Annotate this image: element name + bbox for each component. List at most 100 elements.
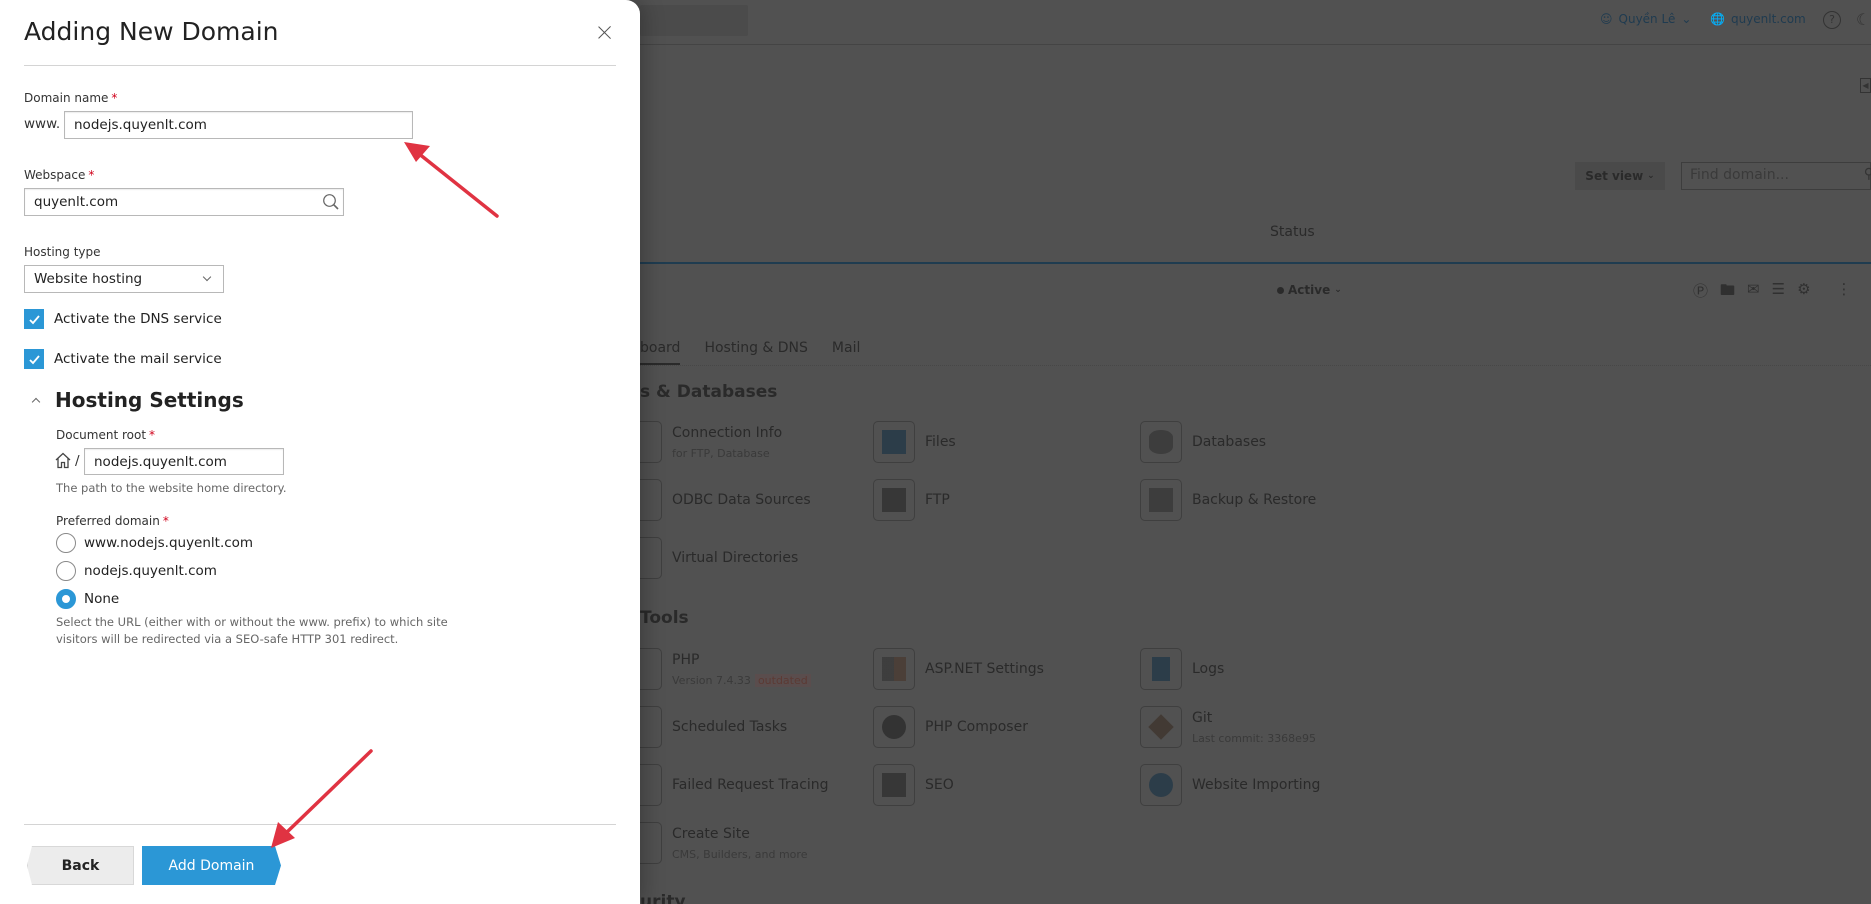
chevron-up-icon xyxy=(31,397,41,407)
search-icon: ⚲ xyxy=(1863,166,1871,182)
top-search-box[interactable] xyxy=(640,5,748,36)
seo-icon xyxy=(873,764,915,806)
radio-unselected-icon xyxy=(56,561,76,581)
settings-sliders-icon[interactable]: ⚙ xyxy=(1797,280,1810,305)
tile-subtitle: Version 7.4.33 xyxy=(672,673,751,687)
tab-dashboard[interactable]: board xyxy=(640,340,681,365)
backup-restore-icon xyxy=(1140,479,1182,521)
webspace-label: Webspace * xyxy=(24,168,94,182)
chevron-down-icon xyxy=(202,272,212,282)
database-icon[interactable]: ☰ xyxy=(1772,280,1785,305)
document-root-help: The path to the website home directory. xyxy=(56,481,287,495)
tile-name: PHP xyxy=(672,651,700,668)
radio-label: None xyxy=(84,591,120,607)
wordpress-icon[interactable]: Ⓟ xyxy=(1693,280,1708,305)
domain-name-input[interactable] xyxy=(64,111,413,139)
more-icon[interactable]: ⋮ xyxy=(1837,280,1852,305)
help-icon[interactable]: ? xyxy=(1823,11,1841,29)
tile-odbc[interactable]: ODBC Data Sources xyxy=(620,479,811,521)
tab-hosting-dns[interactable]: Hosting & DNS xyxy=(704,340,807,365)
status-dropdown[interactable]: Active ⌄ xyxy=(1277,283,1342,297)
tile-name: Files xyxy=(925,434,956,450)
domain-row-actions: Ⓟ 🖿 ✉ ☰ ⚙ ⋮ xyxy=(1693,280,1852,305)
tile-create-site[interactable]: Create Site CMS, Builders, and more xyxy=(620,822,807,864)
tile-name: Connection Info xyxy=(672,424,783,441)
theme-toggle-icon[interactable]: ☾ xyxy=(1856,10,1870,29)
tile-aspnet-settings[interactable]: ASP.NET Settings xyxy=(873,648,1044,690)
dns-service-label: Activate the DNS service xyxy=(54,311,222,327)
databases-icon xyxy=(1140,421,1182,463)
hosting-type-select[interactable]: Website hosting xyxy=(24,265,224,293)
preferred-domain-none-radio[interactable]: None xyxy=(56,589,119,609)
label-text: Webspace xyxy=(24,168,86,182)
tile-php[interactable]: PHP Version 7.4.33 outdated xyxy=(620,648,811,690)
www-prefix: www. xyxy=(24,116,61,132)
preferred-domain-help: Select the URL (either with or without t… xyxy=(56,614,448,648)
tile-ftp[interactable]: FTP xyxy=(873,479,950,521)
mail-service-checkbox[interactable]: Activate the mail service xyxy=(24,349,222,369)
status-column-header: Status xyxy=(1270,224,1315,240)
label-text: Preferred domain xyxy=(56,514,160,528)
find-domain-placeholder: Find domain... xyxy=(1690,167,1789,183)
user-name: Quyền Lê xyxy=(1618,12,1676,26)
tile-connection-info[interactable]: Connection Info for FTP, Database xyxy=(620,421,782,463)
chevron-down-icon: ⌄ xyxy=(1334,285,1342,295)
tile-backup-restore[interactable]: Backup & Restore xyxy=(1140,479,1316,521)
tile-name: Backup & Restore xyxy=(1192,492,1317,508)
folder-icon[interactable]: 🖿 xyxy=(1720,280,1735,305)
tile-name: Databases xyxy=(1192,434,1267,450)
required-marker: * xyxy=(149,428,156,442)
webspace-input[interactable] xyxy=(24,188,344,216)
tile-php-composer[interactable]: PHP Composer xyxy=(873,706,1028,748)
section-dev-tools: Tools xyxy=(640,608,689,628)
set-view-button[interactable]: Set view ⌄ xyxy=(1575,162,1665,190)
user-menu[interactable]: ☺ Quyền Lê ⌄ xyxy=(1600,12,1691,26)
required-marker: * xyxy=(111,91,118,105)
tile-files[interactable]: Files xyxy=(873,421,956,463)
logs-icon xyxy=(1140,648,1182,690)
hosting-settings-heading: Hosting Settings xyxy=(55,388,244,412)
document-root-input[interactable] xyxy=(84,448,284,475)
subscription-selector[interactable]: 🌐 quyenlt.com xyxy=(1710,12,1806,26)
home-icon xyxy=(55,452,71,469)
tile-name: Logs xyxy=(1192,661,1225,677)
tile-name: SEO xyxy=(925,777,954,793)
preferred-domain-www-radio[interactable]: www.nodejs.quyenlt.com xyxy=(56,533,253,553)
tile-name: ASP.NET Settings xyxy=(925,661,1044,677)
tile-git[interactable]: Git Last commit: 3368e95 xyxy=(1140,706,1316,748)
section-security: urity xyxy=(640,892,686,904)
mail-icon[interactable]: ✉ xyxy=(1747,280,1760,305)
chevron-down-icon: ⌄ xyxy=(1647,171,1655,181)
status-value: Active xyxy=(1288,283,1331,297)
tile-scheduled-tasks[interactable]: Scheduled Tasks xyxy=(620,706,787,748)
hosting-type-value: Website hosting xyxy=(34,271,143,287)
tile-name: PHP Composer xyxy=(925,719,1028,735)
tile-seo[interactable]: SEO xyxy=(873,764,954,806)
globe-icon: 🌐 xyxy=(1710,12,1725,26)
close-icon[interactable] xyxy=(596,24,613,41)
table-header-divider xyxy=(640,262,1871,264)
find-domain-input[interactable]: Find domain... ⚲ xyxy=(1681,162,1871,190)
preferred-domain-label: Preferred domain * xyxy=(56,514,169,528)
preferred-domain-non-www-radio[interactable]: nodejs.quyenlt.com xyxy=(56,561,217,581)
collapse-panel-icon[interactable]: ◀ xyxy=(1860,78,1871,93)
tile-virtual-directories[interactable]: Virtual Directories xyxy=(620,537,798,579)
required-marker: * xyxy=(88,168,95,182)
label-text: Document root xyxy=(56,428,147,442)
back-button[interactable]: Back xyxy=(27,846,134,885)
hosting-settings-toggle[interactable]: Hosting Settings xyxy=(31,388,244,412)
domain-name-label: Domain name * xyxy=(24,91,117,105)
tile-logs[interactable]: Logs xyxy=(1140,648,1224,690)
tile-subtitle: CMS, Builders, and more xyxy=(672,847,808,861)
tile-subtitle: Last commit: 3368e95 xyxy=(1192,731,1316,745)
chevron-down-icon: ⌄ xyxy=(1681,12,1692,26)
tile-website-importing[interactable]: Website Importing xyxy=(1140,764,1320,806)
tile-failed-request-tracing[interactable]: Failed Request Tracing xyxy=(620,764,829,806)
status-dot-icon xyxy=(1277,286,1284,294)
search-icon[interactable] xyxy=(322,193,340,211)
tile-databases[interactable]: Databases xyxy=(1140,421,1266,463)
help-line: visitors will be redirected via a SEO-sa… xyxy=(56,632,399,646)
add-domain-button[interactable]: Add Domain xyxy=(142,846,281,885)
tab-mail[interactable]: Mail xyxy=(832,340,860,365)
dns-service-checkbox[interactable]: Activate the DNS service xyxy=(24,309,222,329)
